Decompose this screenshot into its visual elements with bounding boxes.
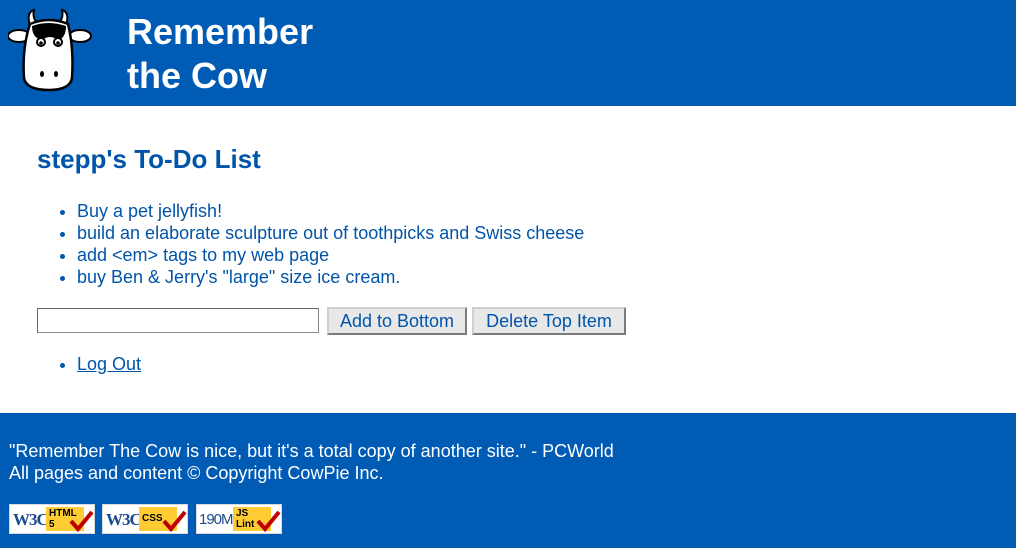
main-content: stepp's To-Do List Buy a pet jellyfish! … <box>0 106 1016 413</box>
delete-top-item-button[interactable]: Delete Top Item <box>472 307 626 335</box>
badge-tag-line2: Lint <box>236 519 255 530</box>
badge-tag-line1: JS <box>236 508 249 519</box>
check-icon <box>256 510 281 533</box>
add-to-bottom-button[interactable]: Add to Bottom <box>327 307 467 335</box>
badge-left-text: W3C <box>106 510 142 529</box>
footer-copyright: All pages and content © Copyright CowPie… <box>9 463 384 483</box>
logout-list: Log Out <box>77 353 141 375</box>
site-title-line2: the Cow <box>127 55 267 96</box>
site-title: Remember the Cow <box>127 10 313 98</box>
jslint-badge[interactable]: 190M JS Lint <box>196 504 282 534</box>
badge-tag-line2: 5 <box>49 519 55 530</box>
list-item: add <em> tags to my web page <box>77 244 584 266</box>
badge-left-text: 190M <box>199 511 234 528</box>
badge-tag-line1: CSS <box>142 513 163 524</box>
site-footer: "Remember The Cow is nice, but it's a to… <box>0 413 1016 548</box>
cow-head-icon <box>8 8 92 92</box>
logout-link[interactable]: Log Out <box>77 354 141 374</box>
badge-left-text: W3C <box>13 510 49 529</box>
todo-list: Buy a pet jellyfish! build an elaborate … <box>77 200 584 288</box>
site-header: Remember the Cow <box>0 0 1016 106</box>
footer-quote: "Remember The Cow is nice, but it's a to… <box>9 441 614 461</box>
check-icon <box>69 510 94 533</box>
w3c-css-badge[interactable]: W3C CSS <box>102 504 188 534</box>
new-item-input[interactable] <box>37 308 319 333</box>
list-item: build an elaborate sculpture out of toot… <box>77 222 584 244</box>
w3c-html5-badge[interactable]: W3C HTML 5 <box>9 504 95 534</box>
list-item: buy Ben & Jerry's "large" size ice cream… <box>77 266 584 288</box>
page-title: stepp's To-Do List <box>37 144 261 174</box>
site-title-line1: Remember <box>127 11 314 52</box>
logout-item: Log Out <box>77 353 141 375</box>
list-item: Buy a pet jellyfish! <box>77 200 584 222</box>
check-icon <box>162 510 187 533</box>
